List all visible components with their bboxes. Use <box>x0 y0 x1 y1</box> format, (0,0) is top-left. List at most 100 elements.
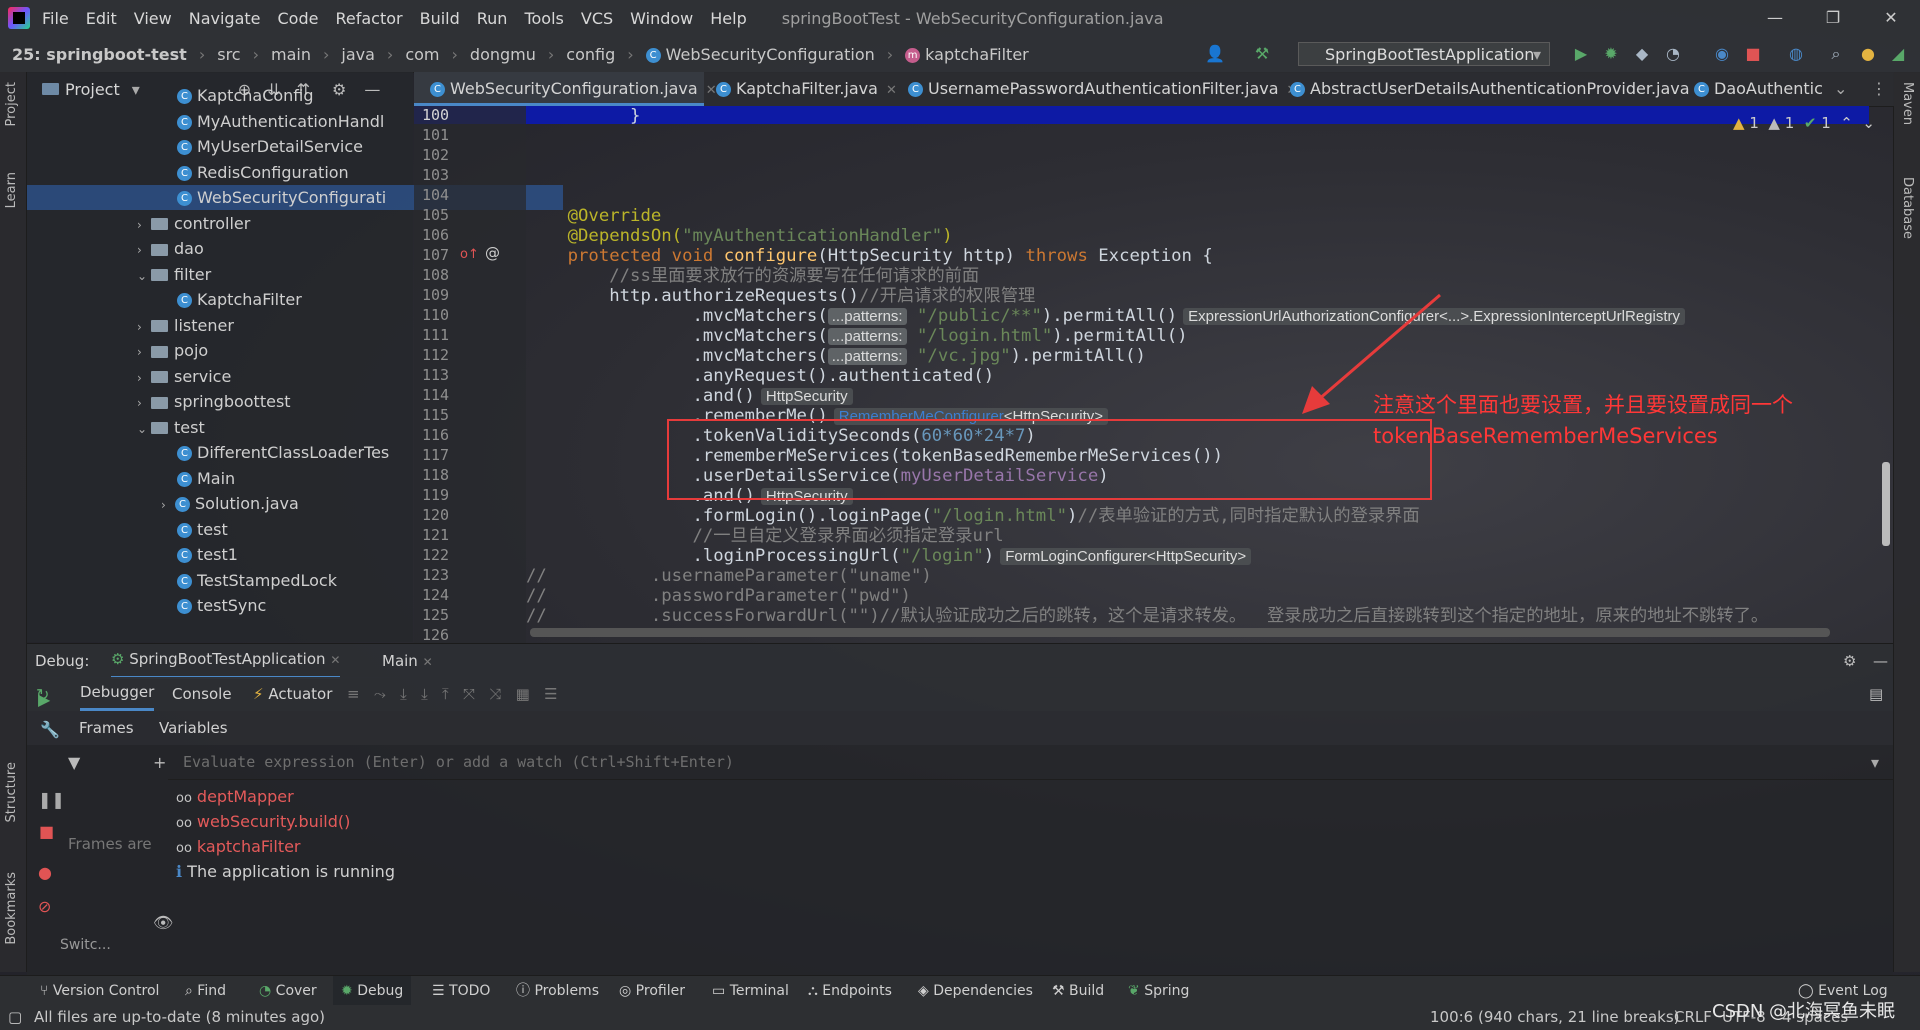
tab-kaptchafilter[interactable]: C KaptchaFilter.java ✕ <box>716 72 897 106</box>
stop-icon[interactable]: ■ <box>1743 44 1763 64</box>
chevron-right-icon[interactable]: › <box>137 366 151 391</box>
override-marker-icon[interactable]: o↑ <box>460 247 479 262</box>
tree-item[interactable]: C MyUserDetailService <box>27 134 363 159</box>
tab-debugger[interactable]: Debugger <box>80 677 155 711</box>
menu-build[interactable]: Build <box>420 9 460 28</box>
tree-item[interactable]: C DifferentClassLoaderTes <box>27 440 389 465</box>
chevron-up-icon[interactable]: ⌃ <box>1840 114 1853 132</box>
coverage-icon[interactable]: ◆ <box>1632 44 1652 64</box>
tree-item[interactable]: › springboottest <box>27 389 291 414</box>
chevron-down-icon[interactable]: ⌄ <box>137 417 151 442</box>
tool-debug[interactable]: ✹ Debug <box>333 976 412 1006</box>
tab-console[interactable]: Console <box>172 677 232 711</box>
tree-item[interactable]: CtestSync <box>27 593 266 618</box>
run-configuration-select[interactable]: SpringBootTestApplication ▾ <box>1298 42 1550 66</box>
tab-websecurityconfiguration[interactable]: C WebSecurityConfiguration.java ✕ <box>414 72 717 106</box>
menu-refactor[interactable]: Refactor <box>335 9 402 28</box>
tree-item[interactable]: Ctest <box>27 517 228 542</box>
stop-icon[interactable]: ■ <box>39 822 54 841</box>
tree-item[interactable]: › service <box>27 364 231 389</box>
line-separator[interactable]: CRLF <box>1674 1005 1712 1030</box>
chevron-down-icon[interactable]: ⌄ <box>137 264 151 289</box>
breadcrumb-java[interactable]: java <box>341 45 375 64</box>
database-tool-button[interactable]: Database <box>1900 177 1915 239</box>
chevron-right-icon[interactable]: › <box>137 340 151 365</box>
close-tab-icon[interactable]: ✕ <box>886 83 897 98</box>
chevron-right-icon[interactable]: › <box>137 213 151 238</box>
menu-run[interactable]: Run <box>477 9 508 28</box>
tool-endpoints[interactable]: ⛬ Endpoints <box>808 976 892 1006</box>
tree-item[interactable]: C KaptchaFilter <box>27 287 302 312</box>
tree-item[interactable]: C KaptchaConfig <box>27 83 314 108</box>
close-tab-icon[interactable]: ✕ <box>330 653 340 667</box>
tool-build[interactable]: ⚒ Build <box>1052 976 1104 1006</box>
tree-item[interactable]: › pojo <box>27 338 208 363</box>
chevron-down-icon[interactable]: ⌄ <box>1862 114 1875 132</box>
switch-frames-link[interactable]: Switc... <box>60 937 111 953</box>
breadcrumb-src[interactable]: src <box>217 45 240 64</box>
evaluate-expression-input[interactable]: Evaluate expression (Enter) or add a wat… <box>168 745 1893 780</box>
add-watch-icon[interactable]: + <box>153 753 166 772</box>
menu-file[interactable]: File <box>42 9 69 28</box>
tool-todo[interactable]: ☰ TODO <box>432 976 490 1006</box>
menu-help[interactable]: Help <box>710 9 746 28</box>
structure-tool-button[interactable]: Structure <box>4 762 19 822</box>
debug-toolbar-icons[interactable]: ≡ ⤳ ⤓ ⤓ ⤒ ⤧ ⤨ ▦ ☰ <box>347 677 558 711</box>
debug-session-tab[interactable]: ⚙ SpringBootTestApplication ✕ <box>111 644 341 679</box>
chevron-right-icon[interactable]: › <box>137 238 151 263</box>
menu-vcs[interactable]: VCS <box>581 9 613 28</box>
tab-usernamepasswordauthenticationfilter[interactable]: C UsernamePasswordAuthenticationFilter.ja… <box>908 72 1297 106</box>
tool-cover[interactable]: ◔ Cover <box>259 976 317 1006</box>
watch-item[interactable]: oo deptMapper <box>176 784 294 811</box>
more-icon[interactable]: ⋮ <box>1871 72 1887 106</box>
vertical-scrollbar[interactable] <box>1882 462 1890 546</box>
watch-item[interactable]: oo kaptchaFilter <box>176 834 301 861</box>
inspection-widget[interactable]: ▲ 1 ▲ 1 ✔ 1 ⌃ ⌄ <box>1733 114 1875 132</box>
mute-breakpoints-icon[interactable]: ⊘ <box>38 897 51 916</box>
breadcrumb-dongmu[interactable]: dongmu <box>470 45 536 64</box>
breadcrumb-project[interactable]: 25: springboot-test <box>12 45 187 64</box>
chevron-right-icon[interactable]: › <box>137 315 151 340</box>
status-icon[interactable]: ▢ <box>8 1005 22 1030</box>
resume-icon[interactable]: ▶ <box>38 690 50 709</box>
breadcrumb-com[interactable]: com <box>405 45 439 64</box>
tab-actuator[interactable]: ⚡ Actuator <box>253 677 332 711</box>
menu-navigate[interactable]: Navigate <box>189 9 261 28</box>
breadcrumb-main[interactable]: main <box>271 45 311 64</box>
menu-code[interactable]: Code <box>278 9 319 28</box>
bookmarks-tool-button[interactable]: Bookmarks <box>4 872 19 945</box>
menu-edit[interactable]: Edit <box>86 9 117 28</box>
user-icon[interactable]: 👤 <box>1205 44 1225 64</box>
tree-item[interactable]: › C Solution.java <box>27 491 299 516</box>
pause-icon[interactable]: ❚❚ <box>38 790 65 809</box>
filter-icon[interactable]: ▼ <box>68 753 80 772</box>
run-icon[interactable]: ▶ <box>1571 44 1591 64</box>
restore-icon[interactable]: ❐ <box>1804 0 1862 36</box>
tab-daoauthentic[interactable]: C DaoAuthentic <box>1694 72 1823 106</box>
caret-position[interactable]: 100:6 (940 chars, 21 line breaks) <box>1430 1005 1680 1030</box>
tool-find[interactable]: ⌕ Find <box>185 976 226 1006</box>
tool-profiler[interactable]: ◎ Profiler <box>619 976 685 1006</box>
learn-tool-button[interactable]: Learn <box>4 172 19 208</box>
search-icon[interactable]: ⌕ <box>1826 44 1846 64</box>
tab-list-chevron-icon[interactable]: ⌄ <box>1834 72 1847 106</box>
breadcrumb-config[interactable]: config <box>566 45 615 64</box>
breadcrumb-class[interactable]: C WebSecurityConfiguration <box>645 45 875 64</box>
chevron-down-icon[interactable]: ▾ <box>1871 753 1879 772</box>
annotation-marker-icon[interactable]: @ <box>485 244 500 262</box>
profile-icon[interactable]: ◔ <box>1663 44 1683 64</box>
layout-icon[interactable]: ▤ <box>1869 677 1883 711</box>
gear-icon[interactable]: ⚙ <box>1843 644 1856 678</box>
tool-problems[interactable]: ⓘ Problems <box>516 976 599 1006</box>
build-hammer-icon[interactable]: ⚒ <box>1252 44 1272 64</box>
minimize-icon[interactable]: — <box>1746 0 1804 36</box>
settings-wrench-icon[interactable]: 🔧 <box>40 720 60 739</box>
chevron-right-icon[interactable]: › <box>137 391 151 416</box>
close-icon[interactable]: ✕ <box>1862 0 1920 36</box>
plugin-icon[interactable]: ◢ <box>1888 44 1908 64</box>
tree-item[interactable]: › dao <box>27 236 204 261</box>
hide-icon[interactable]: — <box>364 80 380 99</box>
tree-item[interactable]: ⌄ test <box>27 415 205 440</box>
tool-version-control[interactable]: ⑂ Version Control <box>40 976 159 1006</box>
tree-item[interactable]: ⌄ filter <box>27 262 211 287</box>
